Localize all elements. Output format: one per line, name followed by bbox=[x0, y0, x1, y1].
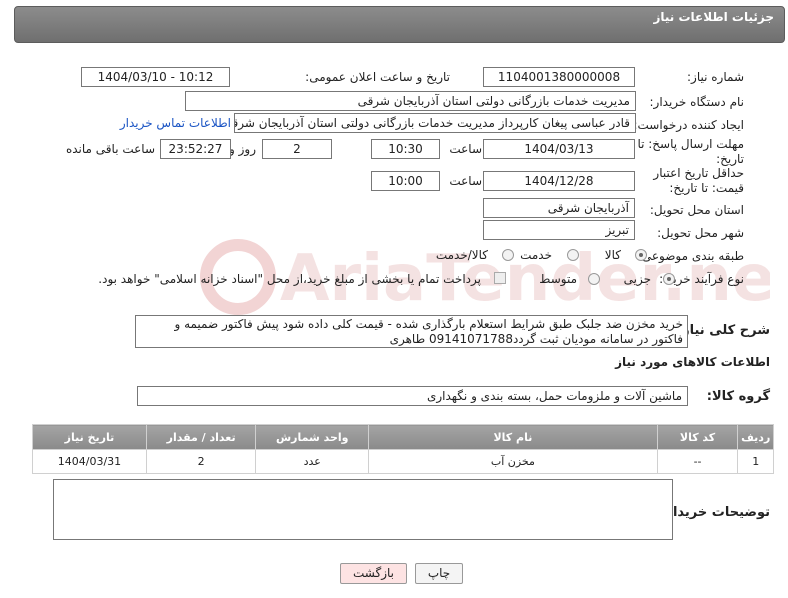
need-number-label: شماره نیاز: bbox=[687, 70, 744, 84]
table-row[interactable]: 1 -- مخزن آب عدد 2 1404/03/31 bbox=[32, 449, 774, 474]
buyer-org-label: نام دستگاه خریدار: bbox=[649, 95, 745, 109]
goods-table: ردیف کد کالا نام کالا واحد شمارش تعداد /… bbox=[32, 424, 774, 474]
category-radio-service[interactable] bbox=[567, 249, 579, 261]
page-title: جزئیات اطلاعات نیاز bbox=[653, 10, 774, 24]
announce-datetime-label: تاریخ و ساعت اعلان عمومی: bbox=[305, 70, 450, 84]
reply-time-field[interactable]: 10:30 bbox=[371, 139, 440, 159]
description-field[interactable]: خرید مخزن ضد جلبک طبق شرایط استعلام بارگ… bbox=[135, 315, 688, 348]
cell-qty: 2 bbox=[145, 449, 257, 474]
print-button[interactable]: چاپ bbox=[415, 563, 463, 584]
goods-group-label: گروه کالا: bbox=[706, 389, 770, 404]
need-number-field[interactable]: 1104001380000008 bbox=[483, 67, 635, 87]
col-unit: واحد شمارش bbox=[255, 424, 370, 450]
cell-row: 1 bbox=[737, 449, 774, 474]
delivery-city-label: شهر محل تحویل: bbox=[657, 226, 744, 240]
buyer-notes-label: توضیحات خریدار: bbox=[660, 505, 770, 520]
process-option-partial: جزیی bbox=[623, 272, 651, 286]
cell-date: 1404/03/31 bbox=[32, 449, 147, 474]
remaining-time-label: ساعت باقی مانده bbox=[65, 142, 155, 156]
col-code: کد کالا bbox=[656, 424, 739, 450]
delivery-city-field[interactable]: تبریز bbox=[483, 220, 635, 240]
col-row: ردیف bbox=[737, 424, 774, 450]
price-validity-time-label: ساعت bbox=[449, 174, 482, 188]
goods-section-title: اطلاعات کالاهای مورد نیاز bbox=[615, 355, 770, 369]
category-label: طبقه بندی موضوعی: bbox=[637, 249, 744, 263]
reply-days-label: روز و bbox=[229, 142, 256, 156]
requester-label: ایجاد کننده درخواست: bbox=[633, 118, 744, 132]
cell-name: مخزن آب bbox=[368, 449, 658, 474]
col-qty: تعداد / مقدار bbox=[145, 424, 257, 450]
col-date: تاریخ نیاز bbox=[32, 424, 147, 450]
buyer-notes-field[interactable] bbox=[53, 479, 673, 540]
price-validity-time-field[interactable]: 10:00 bbox=[371, 171, 440, 191]
treasury-payment-checkbox[interactable] bbox=[494, 272, 506, 284]
remaining-time-field[interactable]: 23:52:27 bbox=[160, 139, 231, 159]
description-label: شرح کلی نیاز: bbox=[676, 323, 770, 338]
category-option-service: خدمت bbox=[520, 248, 552, 262]
goods-group-field[interactable]: ماشین آلات و ملزومات حمل، بسته بندی و نگ… bbox=[137, 386, 688, 406]
process-option-medium: متوسط bbox=[539, 272, 577, 286]
treasury-payment-note: پرداخت تمام یا بخشی از مبلغ خرید،از محل … bbox=[98, 272, 481, 286]
requester-field[interactable]: قادر عباسی پیغان کارپرداز مدیریت خدمات ب… bbox=[234, 113, 636, 133]
cell-unit: عدد bbox=[255, 449, 370, 474]
category-option-goods-service: کالا/خدمت bbox=[435, 248, 488, 262]
delivery-province-label: استان محل تحویل: bbox=[649, 203, 744, 217]
category-radio-goods[interactable] bbox=[635, 249, 647, 261]
delivery-province-field[interactable]: آذربایجان شرقی bbox=[483, 198, 635, 218]
cell-code: -- bbox=[656, 449, 739, 474]
category-option-goods: کالا bbox=[604, 248, 621, 262]
buyer-contact-link[interactable]: اطلاعات تماس خریدار bbox=[120, 116, 231, 130]
process-radio-medium[interactable] bbox=[588, 273, 600, 285]
category-radio-goods-service[interactable] bbox=[502, 249, 514, 261]
back-button[interactable]: بازگشت bbox=[340, 563, 407, 584]
buyer-org-field[interactable]: مدیریت خدمات بازرگانی دولتی استان آذربای… bbox=[185, 91, 636, 111]
col-name: نام کالا bbox=[368, 424, 658, 450]
price-validity-label: حداقل تاریخ اعتبار قیمت: تا تاریخ: bbox=[653, 166, 744, 195]
process-radio-partial[interactable] bbox=[663, 273, 675, 285]
reply-deadline-label: مهلت ارسال پاسخ: تا تاریخ: bbox=[637, 137, 744, 166]
announce-datetime-field[interactable]: 1404/03/10 - 10:12 bbox=[81, 67, 230, 87]
reply-date-field[interactable]: 1404/03/13 bbox=[483, 139, 635, 159]
price-validity-date-field[interactable]: 1404/12/28 bbox=[483, 171, 635, 191]
reply-days-field[interactable]: 2 bbox=[262, 139, 332, 159]
reply-time-label: ساعت bbox=[449, 142, 482, 156]
